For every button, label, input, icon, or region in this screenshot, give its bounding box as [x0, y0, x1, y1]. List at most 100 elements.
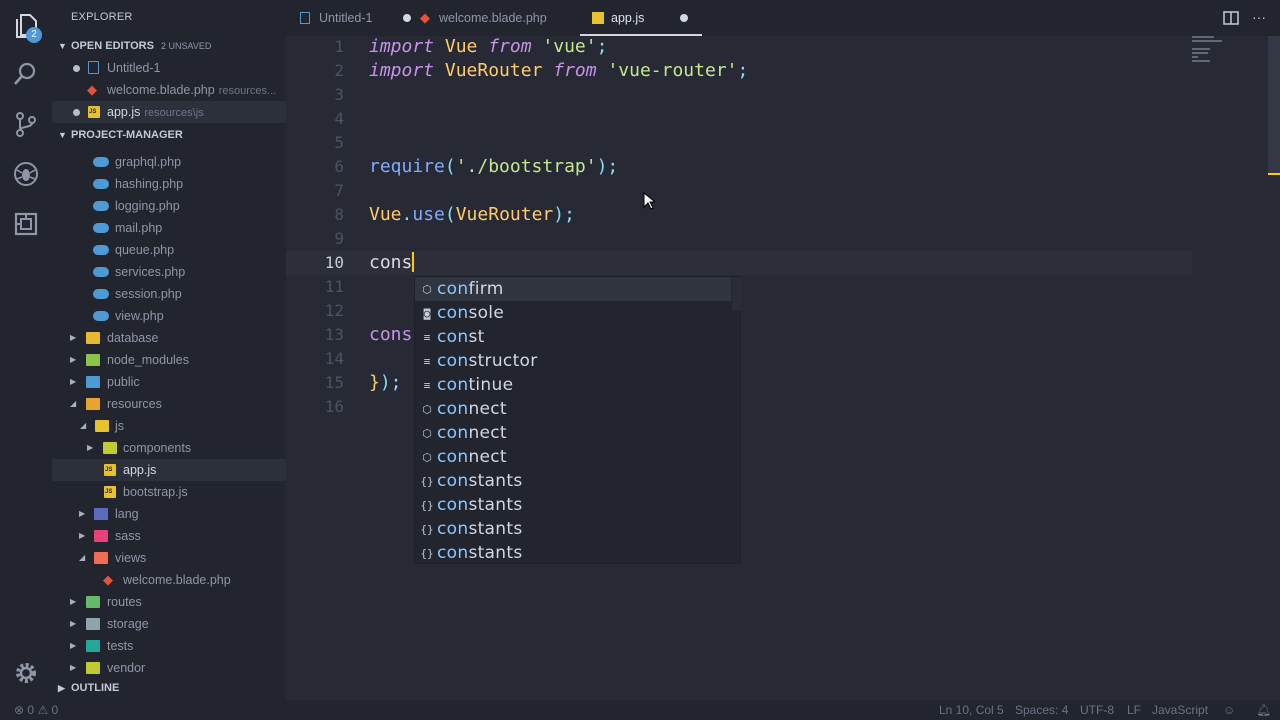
suggestion-item[interactable]: {} constants [415, 469, 731, 493]
tree-item[interactable]: services.php [52, 261, 286, 283]
chevron-down-icon: ◢ [80, 421, 87, 430]
tree-item-label: session.php [115, 287, 182, 301]
code-line-1: import Vue from 'vue'; [369, 35, 607, 59]
suggestion-match: con [437, 423, 469, 443]
open-editor-path: resources\js [144, 107, 204, 119]
tree-folder[interactable]: ◢ views [52, 547, 286, 569]
tree-folder[interactable]: ▶ lang [52, 503, 286, 525]
tree-item-label: node_modules [107, 353, 190, 367]
tree-item[interactable]: hashing.php [52, 173, 286, 195]
lang-folder-icon [94, 508, 108, 520]
module-icon: {} [420, 523, 434, 536]
tree-item-label: vendor [107, 661, 146, 675]
open-editors-header[interactable]: ▼ OPEN EDITORS 2 UNSAVED [52, 36, 286, 56]
suggestion-item[interactable]: ⬡ connect [415, 421, 731, 445]
identifier-token: VueRouter [434, 60, 554, 81]
suggestion-match: con [437, 543, 469, 563]
suggestion-item[interactable]: ⬡ confirm [415, 277, 731, 301]
suggestion-item[interactable]: ⬡ connect [415, 445, 731, 469]
feedback-icon[interactable]: ☺ [1223, 700, 1235, 720]
tree-folder[interactable]: ▶ public [52, 371, 286, 393]
indentation[interactable]: Spaces: 4 [1015, 700, 1068, 720]
tab-label: Untitled-1 [319, 11, 373, 25]
suggestion-match: con [437, 447, 469, 467]
explorer-badge: 2 [26, 27, 42, 43]
tree-item-label: public [107, 375, 140, 389]
string-token: './bootstrap' [455, 156, 597, 177]
tree-folder[interactable]: ◢ resources [52, 393, 286, 415]
editor-scrollbar[interactable] [1268, 36, 1280, 174]
debug-icon[interactable] [12, 160, 40, 188]
punctuation-token: ); [379, 372, 402, 393]
bell-icon[interactable]: 🔔︎ [1256, 700, 1271, 720]
tree-item[interactable]: view.php [52, 305, 286, 327]
suggestion-item[interactable]: ⬡ connect [415, 397, 731, 421]
tree-folder[interactable]: ▶ storage [52, 613, 286, 635]
suggestion-rest: stants [468, 519, 523, 539]
problems-indicator[interactable]: ⊗ 0 ⚠ 0 [14, 700, 58, 720]
suggestion-item[interactable]: {} constants [415, 517, 731, 541]
public-folder-icon [86, 376, 100, 388]
error-icon: ⊗ [14, 703, 25, 717]
chevron-down-icon: ▼ [58, 41, 67, 51]
chevron-down-icon: ◢ [70, 399, 77, 408]
open-editor-path: resources... [218, 85, 277, 97]
punctuation-token: ); [553, 204, 575, 225]
suggestion-item[interactable]: ≡ const [415, 325, 731, 349]
suggestion-rest: nect [468, 447, 507, 467]
keyword-icon: ≡ [423, 355, 431, 368]
more-actions-icon[interactable]: ··· [1252, 10, 1268, 26]
search-icon[interactable] [12, 60, 40, 88]
suggestion-item[interactable]: {} constants [415, 541, 731, 565]
tree-item[interactable]: queue.php [52, 239, 286, 261]
tab-app-js[interactable]: app.js [580, 0, 702, 36]
open-editor-app-js[interactable]: app.jsresources\js [52, 101, 286, 123]
split-editor-icon[interactable] [1223, 10, 1239, 26]
open-editor-untitled[interactable]: Untitled-1 [52, 57, 286, 79]
tree-item-label: js [115, 419, 125, 433]
extensions-icon[interactable] [12, 210, 40, 238]
tree-item-label: database [107, 331, 159, 345]
tree-folder[interactable]: ▶ database [52, 327, 286, 349]
module-icon: {} [420, 475, 434, 488]
language-mode[interactable]: JavaScript [1152, 700, 1208, 720]
cursor-position[interactable]: Ln 10, Col 5 [939, 700, 1004, 720]
tree-folder[interactable]: ◢ js [52, 415, 286, 437]
tree-item[interactable]: ◆ welcome.blade.php [52, 569, 286, 591]
suggestion-item[interactable]: ≡ constructor [415, 349, 731, 373]
laravel-icon: ◆ [103, 572, 113, 587]
tree-folder[interactable]: ▶ sass [52, 525, 286, 547]
gear-icon[interactable] [12, 659, 40, 687]
open-editor-welcome[interactable]: ◆ welcome.blade.php resources... [52, 79, 286, 101]
suggestion-item[interactable]: ≡ continue [415, 373, 731, 397]
project-header[interactable]: ▼ PROJECT-MANAGER [52, 125, 286, 145]
end-of-line[interactable]: LF [1127, 700, 1141, 720]
suggest-scrollbar[interactable] [732, 277, 741, 311]
tree-item[interactable]: graphql.php [52, 151, 286, 173]
suggestion-item[interactable]: ◙ console [415, 301, 731, 325]
explorer-sidebar: EXPLORER ▼ OPEN EDITORS 2 UNSAVED Untitl… [52, 0, 286, 700]
outline-header[interactable]: ▶ OUTLINE [52, 678, 286, 698]
tree-item[interactable]: session.php [52, 283, 286, 305]
keyword-token: import [369, 60, 435, 81]
tab-label: welcome.blade.php [439, 11, 547, 25]
js-file-icon [104, 486, 116, 498]
source-control-icon[interactable] [12, 110, 40, 138]
suggestion-item[interactable]: {} constants [415, 493, 731, 517]
encoding[interactable]: UTF-8 [1080, 700, 1114, 720]
views-folder-icon [94, 552, 108, 564]
tree-item[interactable]: bootstrap.js [52, 481, 286, 503]
tree-item[interactable]: mail.php [52, 217, 286, 239]
suggestion-rest: structor [468, 351, 538, 371]
minimap[interactable] [1190, 36, 1268, 66]
tree-item-label: tests [107, 639, 134, 653]
tree-folder[interactable]: ▶ components [52, 437, 286, 459]
tree-folder[interactable]: ▶ tests [52, 635, 286, 657]
tree-folder[interactable]: ▶ routes [52, 591, 286, 613]
tree-folder[interactable]: ▶ vendor [52, 657, 286, 679]
tree-folder[interactable]: ▶ node_modules [52, 349, 286, 371]
tree-item-app-js[interactable]: app.js [52, 459, 286, 481]
autocomplete-suggest-widget[interactable]: ⬡ confirm ◙ console ≡ const ≡ constructor ≡ c… [414, 276, 741, 564]
tree-item[interactable]: logging.php [52, 195, 286, 217]
suggestion-rest: stants [468, 471, 523, 491]
